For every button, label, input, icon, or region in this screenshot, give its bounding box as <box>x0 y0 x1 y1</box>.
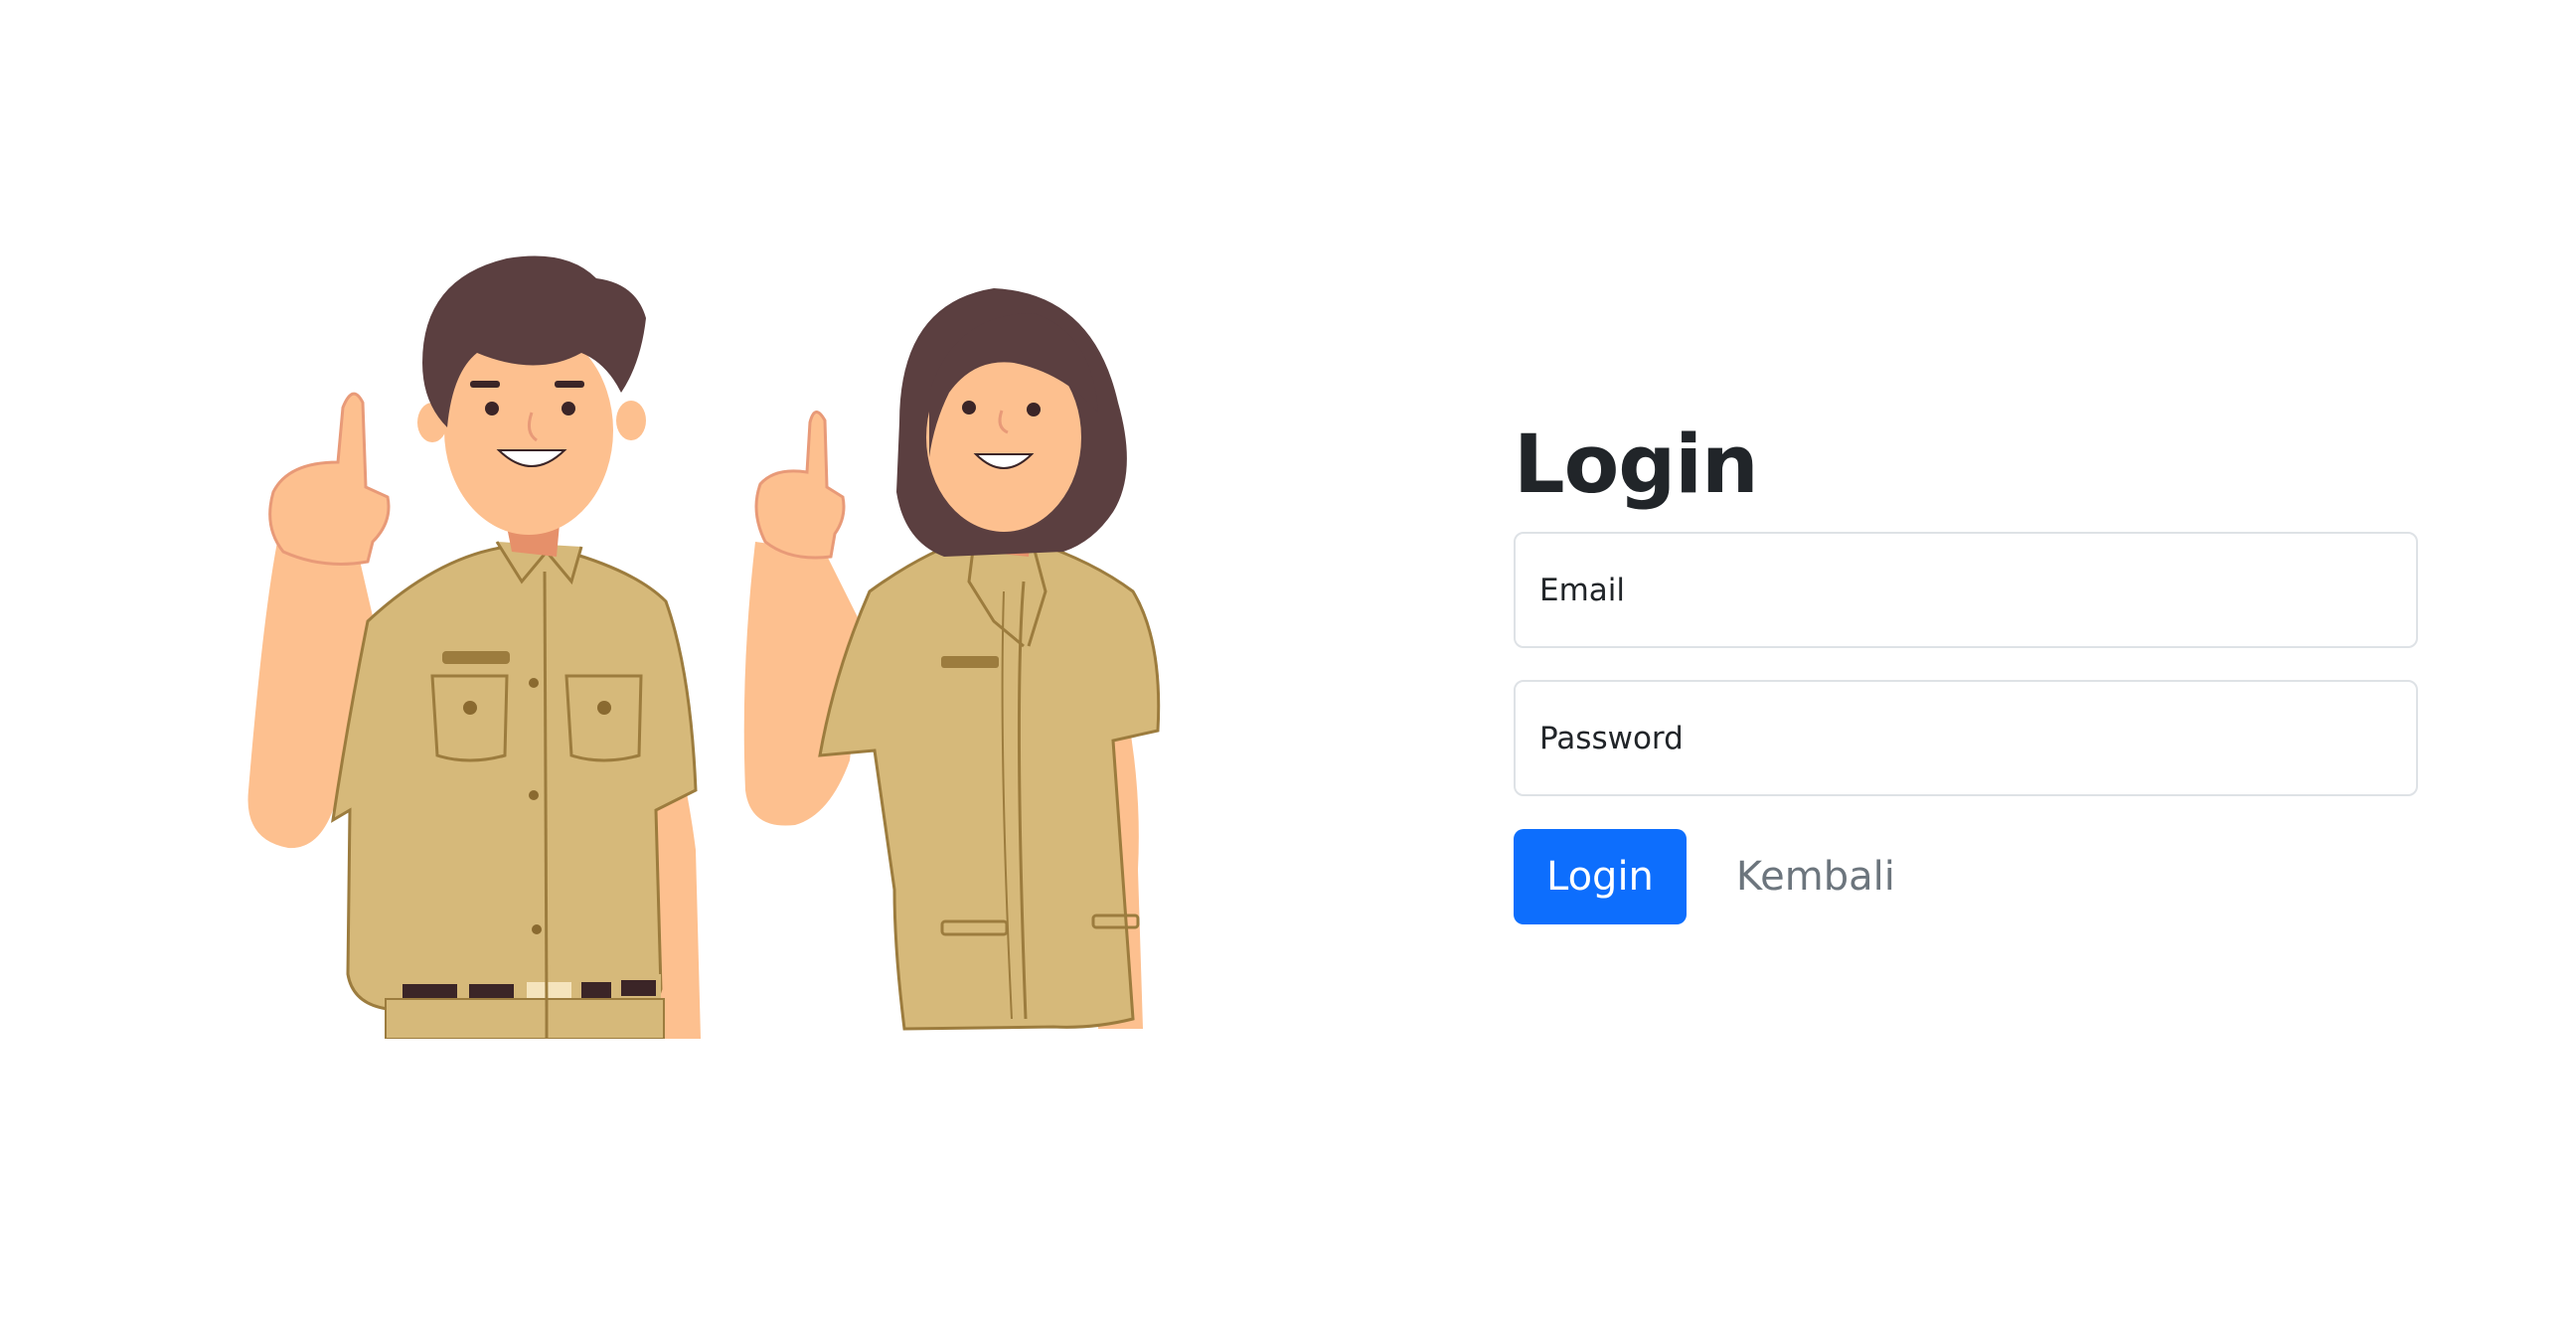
back-link[interactable]: Kembali <box>1736 854 1895 900</box>
login-panel: Login Login Kembali <box>1514 417 2418 924</box>
man-figure <box>247 255 701 1039</box>
login-button[interactable]: Login <box>1514 829 1687 924</box>
password-field[interactable] <box>1514 680 2418 796</box>
hero-illustration <box>239 253 1183 1039</box>
form-actions: Login Kembali <box>1514 829 2418 924</box>
page-title: Login <box>1514 418 1759 512</box>
email-field[interactable] <box>1514 532 2418 648</box>
woman-figure <box>743 288 1161 1031</box>
